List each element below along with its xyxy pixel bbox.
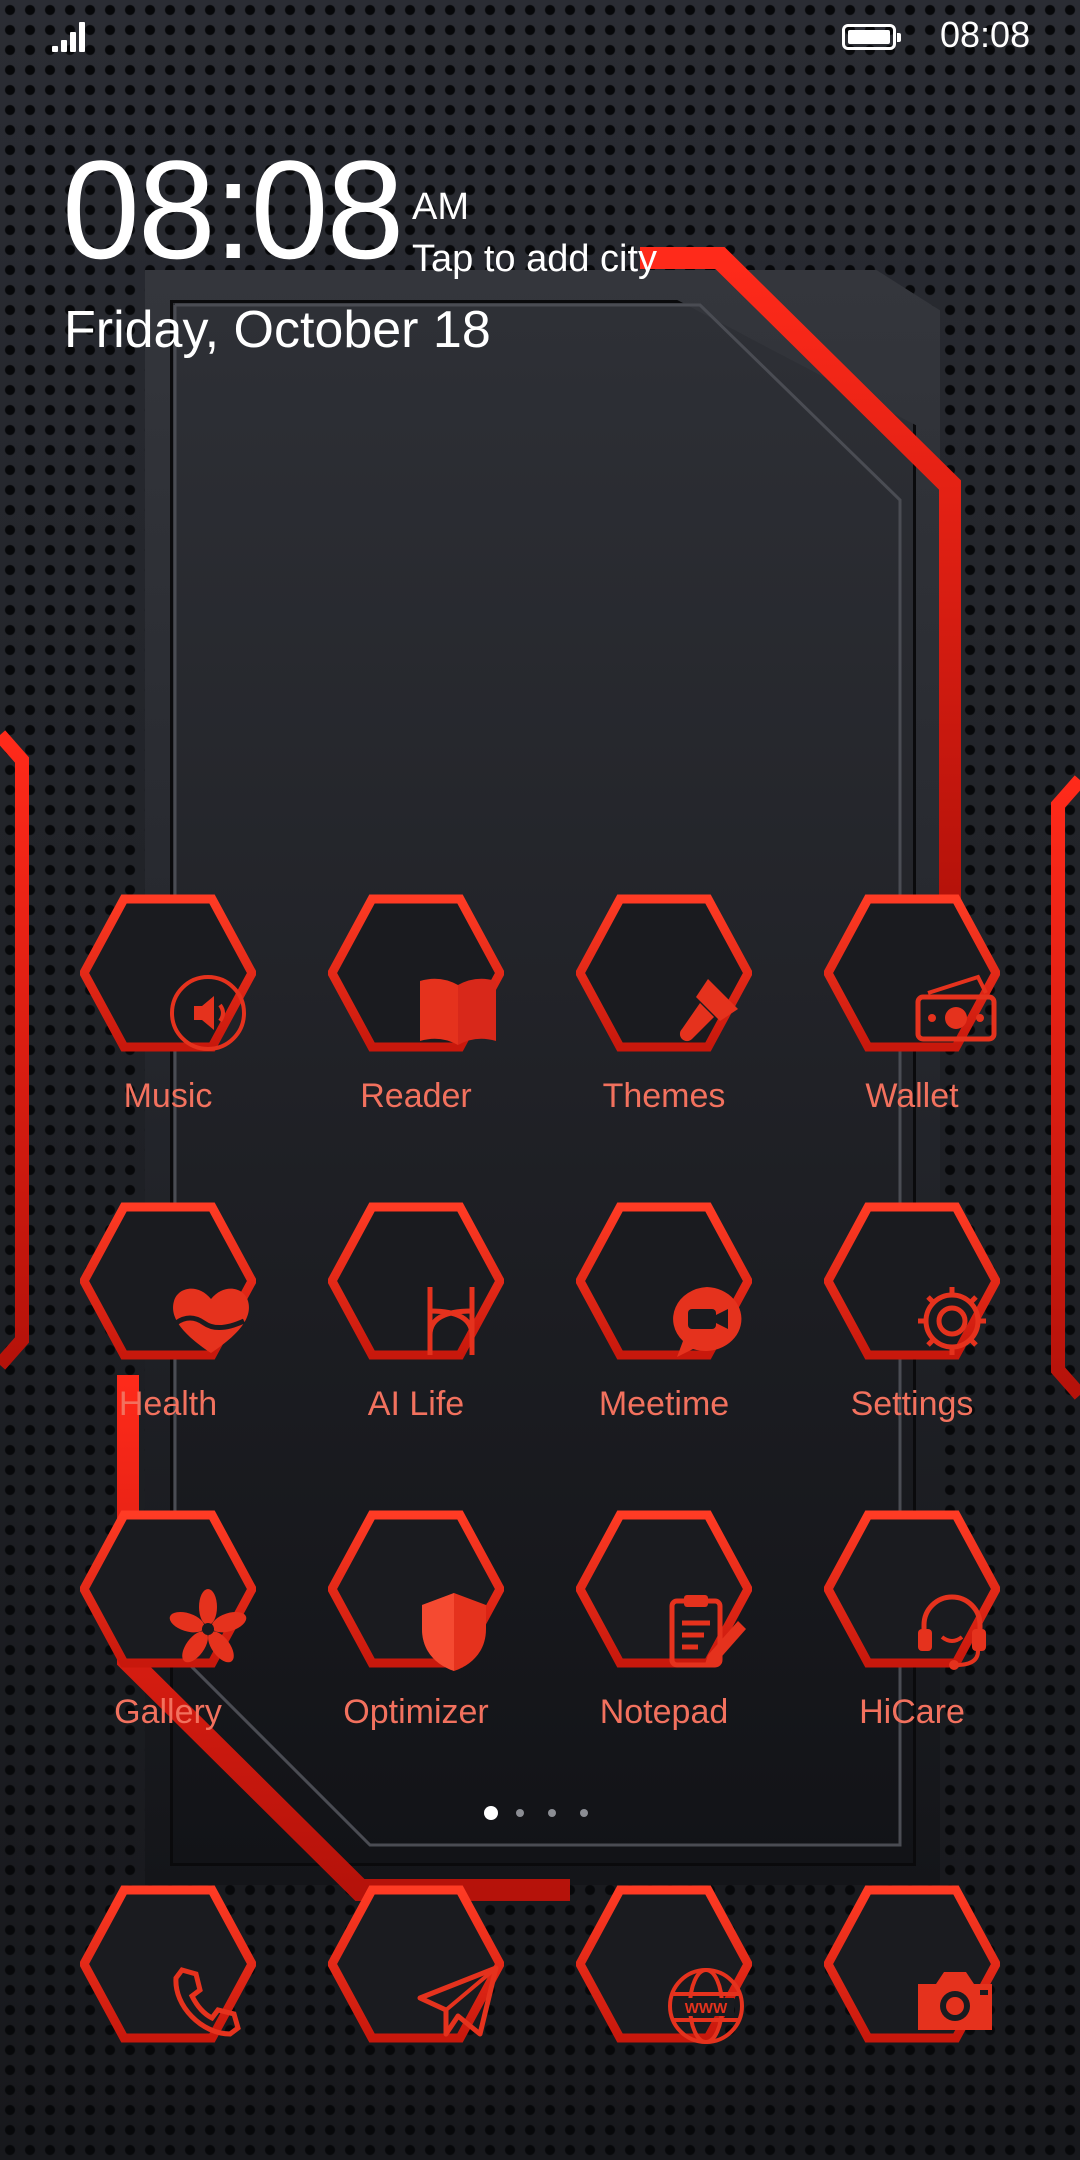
dock-www-globe[interactable]: WWW (554, 1884, 774, 2134)
app-label: Wallet (865, 1077, 959, 1115)
app-label: Optimizer (343, 1693, 489, 1731)
hexagon-frame (80, 893, 256, 1053)
app-health[interactable]: Health (58, 1201, 278, 1451)
page-indicator[interactable] (480, 1804, 600, 1824)
app-label: Gallery (114, 1693, 222, 1731)
app-label: Settings (850, 1385, 974, 1423)
app-label: Reader (360, 1077, 472, 1115)
hexagon-frame (80, 1884, 256, 2044)
hexagon-frame: WWW (576, 1884, 752, 2044)
hexagon-frame (576, 893, 752, 1053)
app-label: Meetime (598, 1385, 730, 1423)
hexagon-frame (824, 1509, 1000, 1670)
hexagon-frame (328, 893, 504, 1053)
hexagon-frame (80, 1509, 256, 1669)
app-label: Notepad (599, 1693, 729, 1731)
dock-camera[interactable] (802, 1884, 1022, 2134)
page-dot-1[interactable] (484, 1806, 498, 1820)
app-optimizer[interactable]: Optimizer (306, 1509, 526, 1759)
clock-time[interactable]: 08:08 (62, 140, 404, 280)
status-bar-time: 08:08 (940, 14, 1031, 55)
hexagon-frame (824, 1201, 1000, 1361)
dock-paper-plane[interactable] (306, 1884, 526, 2134)
app-hicare[interactable]: HiCare (802, 1509, 1022, 1759)
app-ai-life[interactable]: AI Life (306, 1201, 526, 1451)
hexagon-frame (824, 1884, 1000, 2044)
page-dot-2[interactable] (516, 1809, 524, 1817)
app-label: Health (118, 1385, 218, 1423)
app-themes[interactable]: Themes (554, 893, 774, 1143)
add-city-link[interactable]: Tap to add city (412, 238, 657, 281)
hexagon-frame (576, 1509, 752, 1669)
app-label: HiCare (859, 1693, 965, 1731)
battery-fill (848, 30, 890, 44)
page-dot-4[interactable] (580, 1809, 588, 1817)
app-wallet[interactable]: Wallet (802, 893, 1022, 1143)
app-meetime[interactable]: Meetime (554, 1201, 774, 1451)
battery-icon (842, 24, 901, 50)
hexagon-frame (824, 893, 1000, 1053)
clock-ampm: AM (412, 186, 469, 228)
hexagon-frame (328, 1509, 504, 1671)
hexagon-frame (328, 1201, 504, 1361)
hexagon-frame (328, 1884, 504, 2044)
hexagon-frame (80, 1201, 256, 1361)
app-label: Music (123, 1077, 213, 1115)
app-notepad[interactable]: Notepad (554, 1509, 774, 1759)
page-dot-3[interactable] (548, 1809, 556, 1817)
app-gallery[interactable]: Gallery (58, 1509, 278, 1759)
status-bar: 08:08 (0, 0, 1080, 72)
svg-text:WWW: WWW (685, 2000, 728, 2017)
clock-date[interactable]: Friday, October 18 (64, 300, 491, 360)
app-label: Themes (602, 1077, 726, 1115)
app-label: AI Life (367, 1385, 465, 1423)
signal-icon (52, 20, 92, 52)
dock-phone[interactable] (58, 1884, 278, 2134)
hexagon-frame (576, 1201, 752, 1361)
app-settings[interactable]: Settings (802, 1201, 1022, 1451)
app-reader[interactable]: Reader (306, 893, 526, 1143)
app-music[interactable]: Music (58, 893, 278, 1143)
